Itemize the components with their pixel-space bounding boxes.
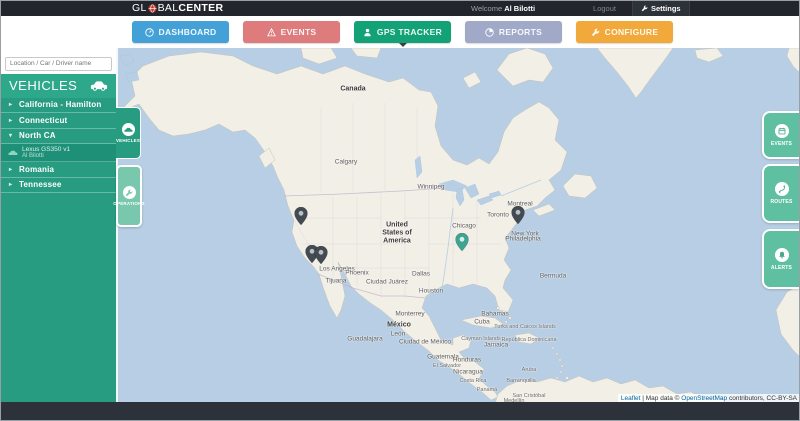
nav-gps-tracker-button[interactable]: GPS TRACKER bbox=[354, 21, 451, 47]
logo-suffix: CENTER bbox=[178, 2, 224, 14]
map-pin-dark[interactable] bbox=[314, 245, 328, 269]
tab-operations[interactable]: OPERATIONS bbox=[113, 165, 145, 227]
nav-configure-button[interactable]: CONFIGURE bbox=[576, 21, 673, 43]
app-logo: GL BAL CENTER bbox=[132, 1, 223, 16]
mini-car-icon bbox=[8, 150, 18, 155]
wrench-icon bbox=[641, 5, 648, 12]
tab-vehicles[interactable]: VEHICLES bbox=[116, 107, 141, 159]
map-pin-dark[interactable] bbox=[294, 206, 308, 230]
gps-tracker-app: GL BAL CENTER Welcome Al Bilotti Logout S… bbox=[0, 0, 800, 421]
tab-routes[interactable]: ROUTES bbox=[762, 164, 799, 223]
sidebar-search-area bbox=[1, 48, 116, 74]
sidebar-filler bbox=[1, 193, 116, 402]
sidebar-item-california-hamilton[interactable]: ▸ California - Hamilton bbox=[1, 97, 116, 113]
route-icon bbox=[774, 182, 789, 196]
tab-alerts[interactable]: ALERTS bbox=[762, 229, 799, 289]
vehicle-name: Lexus GS350 v1 bbox=[22, 145, 71, 153]
main-nav: DASHBOARD EVENTS GPS TRACKER REPORTS CON… bbox=[1, 16, 799, 48]
nav-reports-button[interactable]: REPORTS bbox=[465, 21, 562, 43]
globe-icon bbox=[148, 4, 157, 13]
openstreetmap-link[interactable]: OpenStreetMap bbox=[681, 395, 727, 402]
sidebar-title: VEHICLES bbox=[9, 78, 78, 93]
caret-icon: ▾ bbox=[9, 133, 13, 140]
nav-events-button[interactable]: EVENTS bbox=[243, 21, 340, 43]
dashboard-gauge-icon bbox=[144, 27, 154, 37]
car-circle-icon bbox=[121, 123, 135, 136]
top-header-bar: GL BAL CENTER Welcome Al Bilotti Logout S… bbox=[1, 1, 799, 16]
footer-bar bbox=[1, 402, 799, 420]
caret-icon: ▸ bbox=[9, 102, 13, 109]
calendar-icon bbox=[774, 123, 789, 138]
person-icon bbox=[364, 28, 371, 36]
nav-dashboard-button[interactable]: DASHBOARD bbox=[132, 21, 229, 43]
search-input[interactable] bbox=[5, 56, 112, 71]
map-pin-teal[interactable] bbox=[455, 232, 469, 256]
sidebar-item-romania[interactable]: ▸ Romania bbox=[1, 162, 116, 178]
caret-icon: ▸ bbox=[9, 182, 13, 189]
vehicle-row-selected[interactable]: Lexus GS350 v1 Al Bilotti bbox=[1, 144, 116, 162]
wrench-icon bbox=[591, 28, 599, 36]
welcome-text: Welcome Al Bilotti bbox=[471, 4, 536, 13]
caret-icon: ▸ bbox=[9, 117, 13, 124]
user-name: Al Bilotti bbox=[504, 4, 536, 13]
logo-prefix: GL bbox=[132, 2, 147, 14]
bell-icon bbox=[774, 247, 789, 262]
leaflet-link[interactable]: Leaflet bbox=[621, 395, 641, 402]
sidebar-item-connecticut[interactable]: ▸ Connecticut bbox=[1, 113, 116, 129]
tab-events[interactable]: EVENTS bbox=[762, 111, 799, 159]
vehicle-driver: Al Bilotti bbox=[22, 152, 44, 159]
wrench-circle-icon bbox=[122, 186, 136, 199]
map-pin-dark[interactable] bbox=[511, 205, 525, 229]
pie-chart-icon bbox=[485, 27, 494, 37]
vehicles-sidebar: VEHICLES ▸California - Hamilton ▸Connect… bbox=[1, 48, 116, 402]
settings-button[interactable]: Settings bbox=[632, 1, 690, 16]
car-icon bbox=[90, 81, 108, 91]
logout-link[interactable]: Logout bbox=[593, 4, 616, 13]
sidebar-title-bar: VEHICLES bbox=[1, 73, 116, 98]
header-right-area: Welcome Al Bilotti Logout Settings bbox=[471, 1, 690, 16]
warning-triangle-icon bbox=[266, 27, 276, 36]
sidebar-item-north-ca[interactable]: ▾ North CA bbox=[1, 128, 116, 144]
sidebar-item-tennessee[interactable]: ▸ Tennessee bbox=[1, 177, 116, 193]
logo-mid: BAL bbox=[157, 2, 179, 14]
caret-icon: ▸ bbox=[9, 166, 13, 173]
